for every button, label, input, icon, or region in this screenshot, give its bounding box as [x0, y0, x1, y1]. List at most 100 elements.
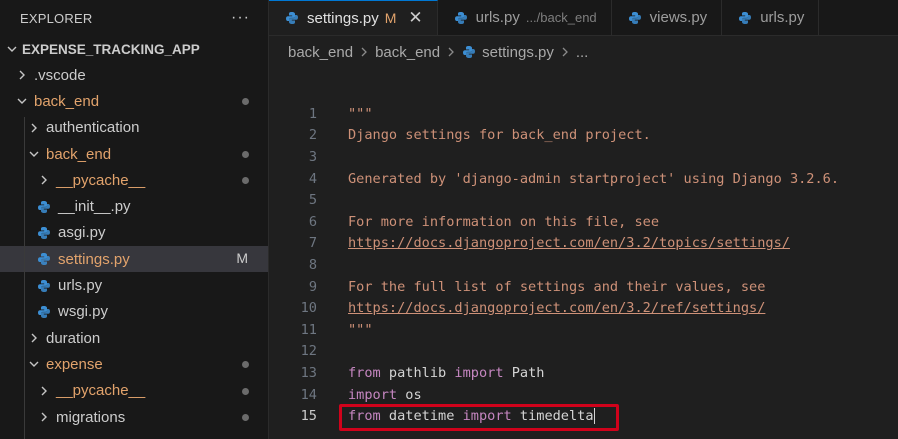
- file-tree: .vscode back_end authentication back_end __p…: [0, 62, 268, 430]
- code-text: https://docs.djangoproject.com/en/3.2/re…: [348, 300, 765, 316]
- code-token: For more information on this file, see: [348, 213, 659, 230]
- tree-folder[interactable]: authentication: [0, 115, 268, 141]
- tree-folder[interactable]: .vscode: [0, 62, 268, 88]
- breadcrumb-item[interactable]: back_end: [375, 44, 440, 61]
- breadcrumb-item[interactable]: back_end: [288, 44, 353, 61]
- code-line[interactable]: 2 Django settings for back_end project.: [269, 125, 898, 147]
- line-number: 10: [300, 300, 317, 317]
- tab-label: urls.py: [475, 9, 520, 26]
- code-text: For the full list of settings and their …: [348, 279, 765, 295]
- code-line[interactable]: 14 import os: [269, 384, 898, 406]
- code-token: https://docs.djangoproject.com/en/3.2/to…: [348, 235, 790, 252]
- breadcrumb-separator-icon: [561, 45, 569, 60]
- tab-label: settings.py: [307, 9, 379, 27]
- editor-tab[interactable]: urls.py: [722, 0, 820, 35]
- tree-item-label: urls.py: [58, 277, 103, 295]
- tree-folder[interactable]: migrations: [0, 404, 268, 430]
- line-number: 2: [308, 127, 317, 144]
- code-line[interactable]: 9 For the full list of settings and their…: [269, 276, 898, 298]
- tree-file[interactable]: urls.py: [0, 272, 268, 298]
- code-line[interactable]: 5: [269, 189, 898, 211]
- code-text: """: [348, 322, 373, 338]
- tree-file[interactable]: wsgi.py: [0, 299, 268, 325]
- breadcrumb: back_end back_end settings.py...: [269, 36, 898, 68]
- breadcrumb-separator-icon: [360, 45, 368, 60]
- breadcrumb-item[interactable]: ...: [576, 44, 589, 61]
- breadcrumb-item[interactable]: settings.py: [482, 44, 554, 61]
- modified-dot-icon: [242, 413, 249, 421]
- workspace-root[interactable]: EXPENSE_TRACKING_APP: [0, 36, 268, 62]
- line-number: 11: [300, 321, 317, 338]
- code-line[interactable]: 10 https://docs.djangoproject.com/en/3.2/…: [269, 297, 898, 319]
- tree-folder[interactable]: expense: [0, 351, 268, 377]
- line-number: 14: [300, 386, 317, 403]
- explorer-header: EXPLORER ···: [0, 0, 268, 36]
- tree-item-label: .vscode: [34, 66, 86, 84]
- modified-badge: M: [236, 250, 248, 267]
- tree-item-label: expense: [46, 355, 103, 373]
- editor-tabs: settings.py M ✕ urls.py .../back_end views.py…: [269, 0, 898, 36]
- code-token: Django settings for back_end project.: [348, 127, 651, 144]
- line-number: 8: [308, 256, 317, 273]
- code-text: """: [348, 106, 373, 122]
- code-text: Django settings for back_end project.: [348, 127, 651, 143]
- tree-file[interactable]: asgi.py: [0, 220, 268, 246]
- tree-folder[interactable]: duration: [0, 325, 268, 351]
- code-token: Generated by 'django-admin startproject'…: [348, 170, 840, 187]
- line-number: 9: [308, 278, 317, 295]
- code-line[interactable]: 3: [269, 146, 898, 168]
- code-token: https://docs.djangoproject.com/en/3.2/re…: [348, 300, 766, 317]
- code-text: from pathlib import Path: [348, 365, 544, 381]
- workspace-root-label: EXPENSE_TRACKING_APP: [22, 41, 200, 57]
- code-line[interactable]: 1 """: [269, 103, 898, 125]
- explorer-sidebar: EXPLORER ··· EXPENSE_TRACKING_APP .vscod…: [0, 0, 269, 439]
- line-number: 5: [308, 192, 317, 209]
- python-file-icon: [628, 11, 642, 25]
- code-token: """: [348, 105, 373, 122]
- chevron-right-icon: [14, 70, 30, 80]
- code-line[interactable]: 7 https://docs.djangoproject.com/en/3.2/t…: [269, 233, 898, 255]
- highlight-box: [339, 404, 619, 431]
- tree-folder[interactable]: back_end: [0, 141, 268, 167]
- python-file-icon: [36, 200, 52, 214]
- chevron-down-icon: [26, 359, 42, 369]
- tree-folder[interactable]: __pycache__: [0, 378, 268, 404]
- tree-folder[interactable]: back_end: [0, 88, 268, 114]
- modified-dot-icon: [242, 150, 249, 158]
- code-line[interactable]: 11 """: [269, 319, 898, 341]
- close-icon[interactable]: ✕: [408, 8, 422, 28]
- code-line[interactable]: 6 For more information on this file, see: [269, 211, 898, 233]
- line-number: 12: [300, 343, 317, 360]
- tree-file[interactable]: settings.py M: [0, 246, 268, 273]
- code-token: For the full list of settings and their …: [348, 278, 766, 295]
- tree-item-label: duration: [46, 329, 101, 347]
- tree-file[interactable]: __init__.py: [0, 193, 268, 219]
- code-token: Path: [503, 364, 545, 381]
- line-number: 4: [308, 170, 317, 187]
- chevron-down-icon: [4, 44, 20, 54]
- tab-label: views.py: [649, 9, 708, 26]
- tree-folder[interactable]: __pycache__: [0, 167, 268, 193]
- python-file-icon: [36, 279, 52, 293]
- code-line[interactable]: 12: [269, 341, 898, 363]
- code-token: pathlib: [380, 364, 455, 381]
- editor-tab[interactable]: settings.py M ✕: [269, 0, 438, 35]
- python-file-icon: [285, 11, 299, 25]
- tree-item-label: __pycache__: [56, 171, 146, 189]
- tree-item-label: __init__.py: [58, 198, 131, 216]
- breadcrumb-separator-icon: [447, 45, 455, 60]
- editor-tab[interactable]: views.py: [612, 0, 723, 35]
- more-actions-icon[interactable]: ···: [231, 9, 250, 27]
- code-line[interactable]: 8: [269, 254, 898, 276]
- line-number: 3: [308, 148, 317, 165]
- modified-dot-icon: [242, 387, 249, 395]
- tab-label: urls.py: [760, 9, 805, 26]
- python-file-icon: [36, 252, 52, 266]
- code-line[interactable]: 4 Generated by 'django-admin startproject…: [269, 168, 898, 190]
- editor-tab[interactable]: urls.py .../back_end: [438, 0, 612, 35]
- code-editor[interactable]: 1 """ 2 Django settings for back_end projec…: [269, 103, 898, 427]
- code-line[interactable]: 13 from pathlib import Path: [269, 362, 898, 384]
- code-token: from: [348, 364, 381, 381]
- tree-item-label: wsgi.py: [58, 303, 109, 321]
- tree-item-label: asgi.py: [58, 224, 106, 242]
